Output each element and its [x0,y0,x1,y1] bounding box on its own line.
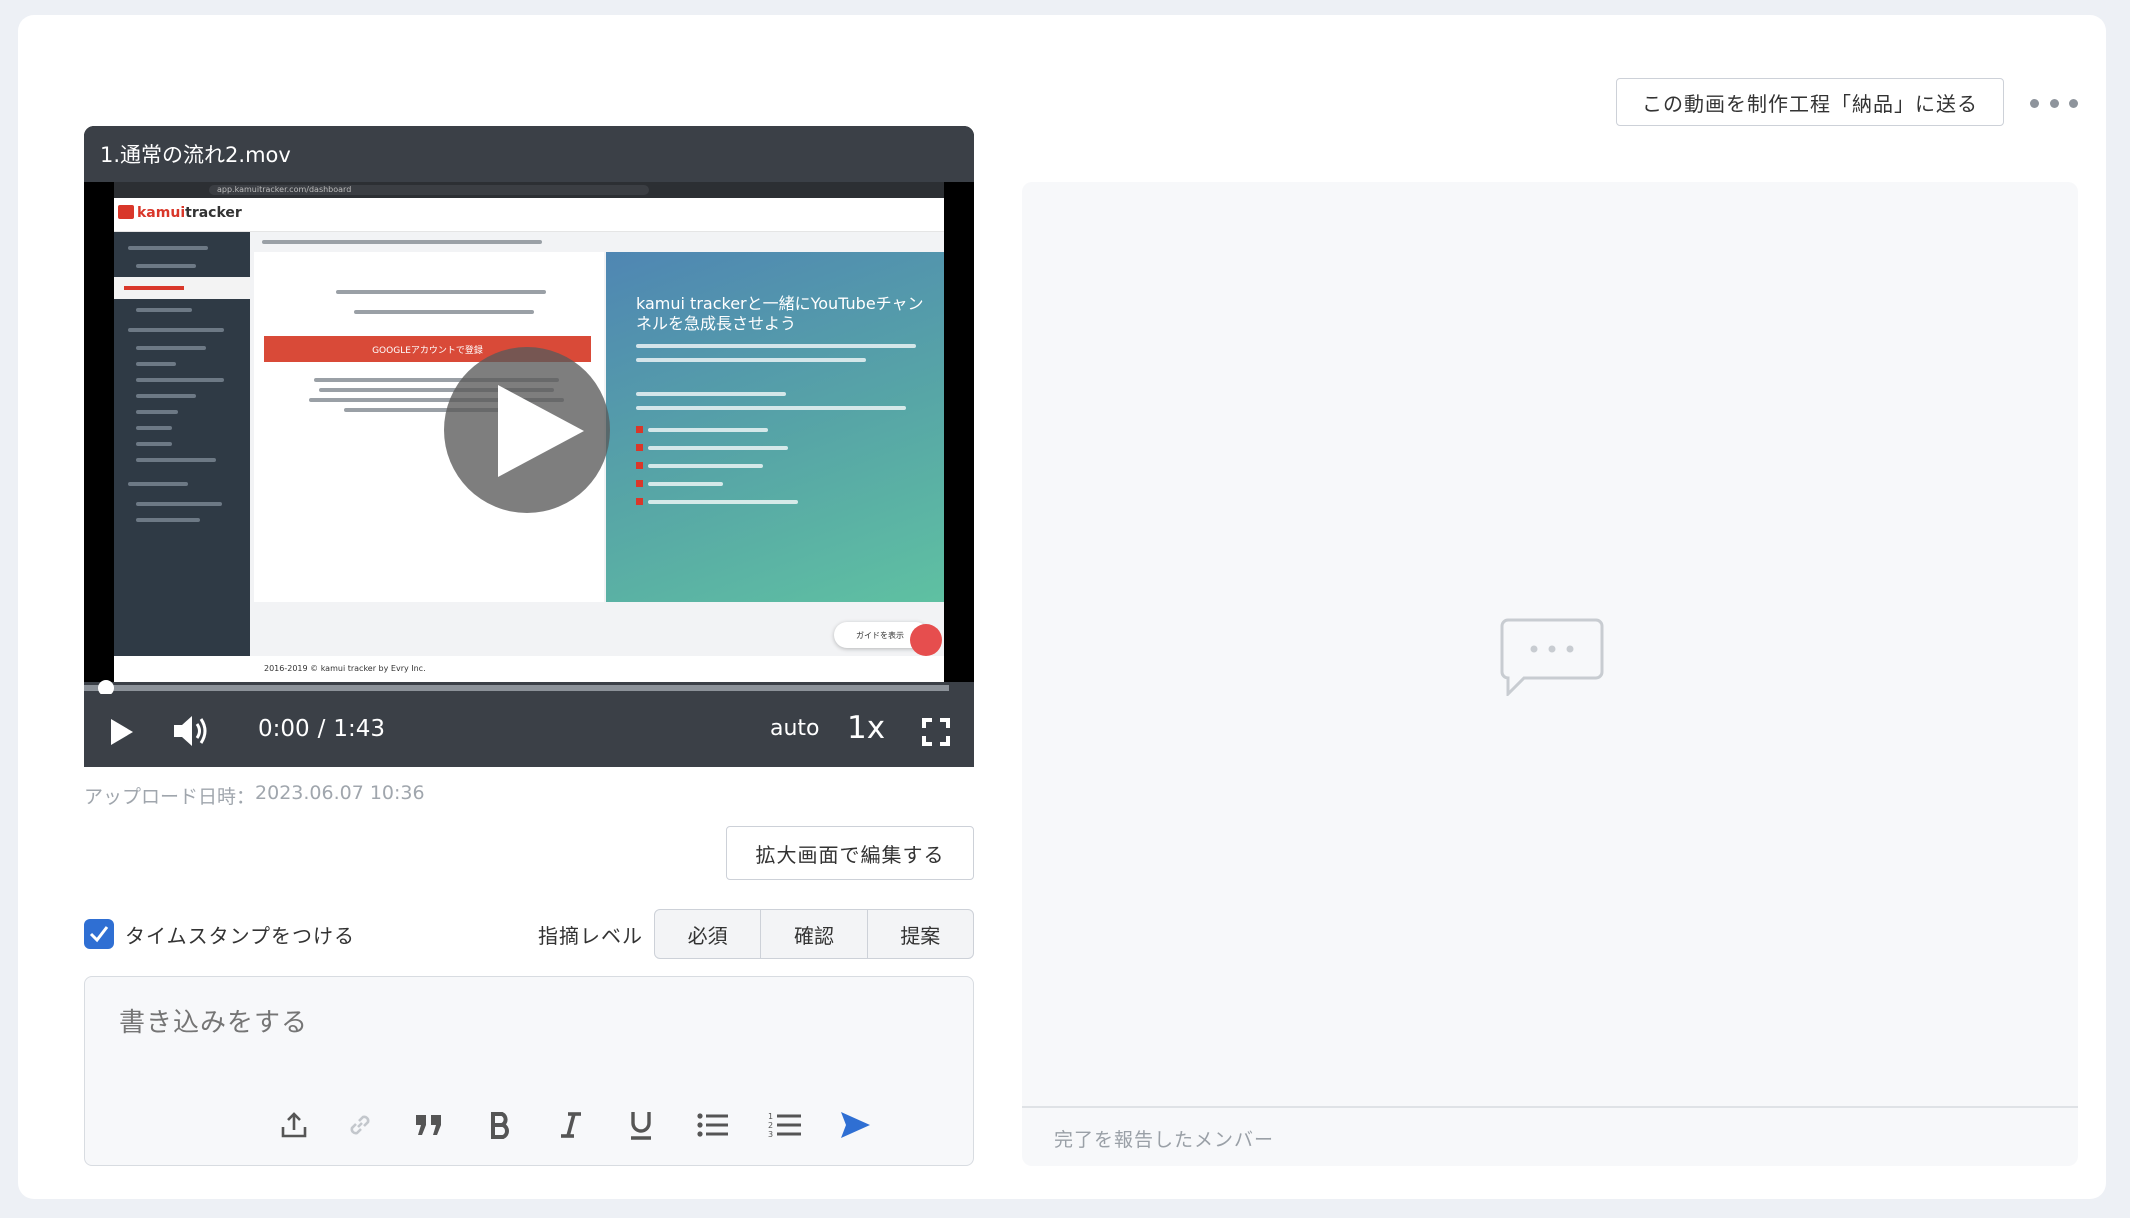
play-overlay-icon[interactable] [444,347,610,513]
expand-edit-button[interactable]: 拡大画面で編集する [726,826,974,880]
comment-input[interactable] [119,1007,939,1038]
upload-date-value: 2023.06.07 10:36 [255,782,425,804]
level-label: 指摘レベル [538,924,643,948]
level-suggest-button[interactable]: 提案 [868,910,973,958]
level-selector: 必須 確認 提案 [654,909,974,959]
video-title: 1.通常の流れ2.mov [84,126,974,182]
progress-bar[interactable] [84,680,974,696]
time-separator: / [317,716,326,742]
completed-members-label: 完了を報告したメンバー [1054,1129,1275,1151]
upload-date-label: アップロード日時： [84,786,256,808]
fullscreen-icon[interactable] [922,718,950,750]
upload-icon[interactable] [274,1105,314,1145]
video-frame[interactable]: app.kamuitracker.com/dashboard kamuitrac… [84,182,974,682]
underline-icon[interactable] [621,1105,661,1145]
quote-icon[interactable] [409,1105,449,1145]
timestamp-checkbox[interactable] [84,919,114,949]
comment-bubble-icon [1500,618,1604,700]
player-controls: 0:00 / 1:43 auto 1x [84,694,974,767]
svg-text:1: 1 [768,1112,773,1121]
bullet-list-icon[interactable] [693,1105,733,1145]
playback-rate-button[interactable]: 1x [847,710,885,746]
comment-panel: 完了を報告したメンバー [1022,182,2078,1166]
svg-text:2: 2 [768,1121,773,1130]
time-display: 0:00 / 1:43 [258,716,385,742]
quality-button[interactable]: auto [770,716,820,741]
thumb-browser-bar: app.kamuitracker.com/dashboard [114,182,944,198]
main-card: この動画を制作工程「納品」に送る 1.通常の流れ2.mov app.kamuit… [18,15,2106,1199]
thumb-logo: kamuitracker [118,205,242,221]
italic-icon[interactable] [551,1105,591,1145]
send-icon[interactable] [835,1105,875,1145]
bold-icon[interactable] [481,1105,521,1145]
link-icon[interactable] [340,1105,380,1145]
thumb-chat-icon [910,624,942,656]
thumb-footer: 2016-2019 © kamui tracker by Evry Inc. [114,656,944,682]
play-icon[interactable] [110,718,134,750]
video-player: 1.通常の流れ2.mov app.kamuitracker.com/dashbo… [84,126,974,767]
thumb-url: app.kamuitracker.com/dashboard [209,185,649,195]
more-horizontal-icon[interactable] [2030,93,2078,113]
timestamp-label: タイムスタンプをつける [125,924,355,948]
current-time: 0:00 [258,716,310,742]
editor-toolbar: 123 [85,1105,975,1145]
thumb-app-header: kamuitracker [114,198,944,232]
numbered-list-icon[interactable]: 123 [765,1105,805,1145]
comment-editor: 123 [84,976,974,1166]
duration: 1:43 [333,716,386,742]
svg-text:3: 3 [768,1130,773,1139]
thumb-headline: kamui trackerと一緒にYouTubeチャンネルを急成長させよう [636,294,924,333]
thumb-sidebar [114,232,250,682]
level-confirm-button[interactable]: 確認 [761,910,868,958]
upload-date: アップロード日時： 2023.06.07 10:36 [84,782,425,809]
thumb-promo-panel: kamui trackerと一緒にYouTubeチャンネルを急成長させよう [606,252,944,602]
volume-icon[interactable] [172,714,212,752]
send-to-delivery-button[interactable]: この動画を制作工程「納品」に送る [1616,78,2004,126]
level-required-button[interactable]: 必須 [655,910,762,958]
